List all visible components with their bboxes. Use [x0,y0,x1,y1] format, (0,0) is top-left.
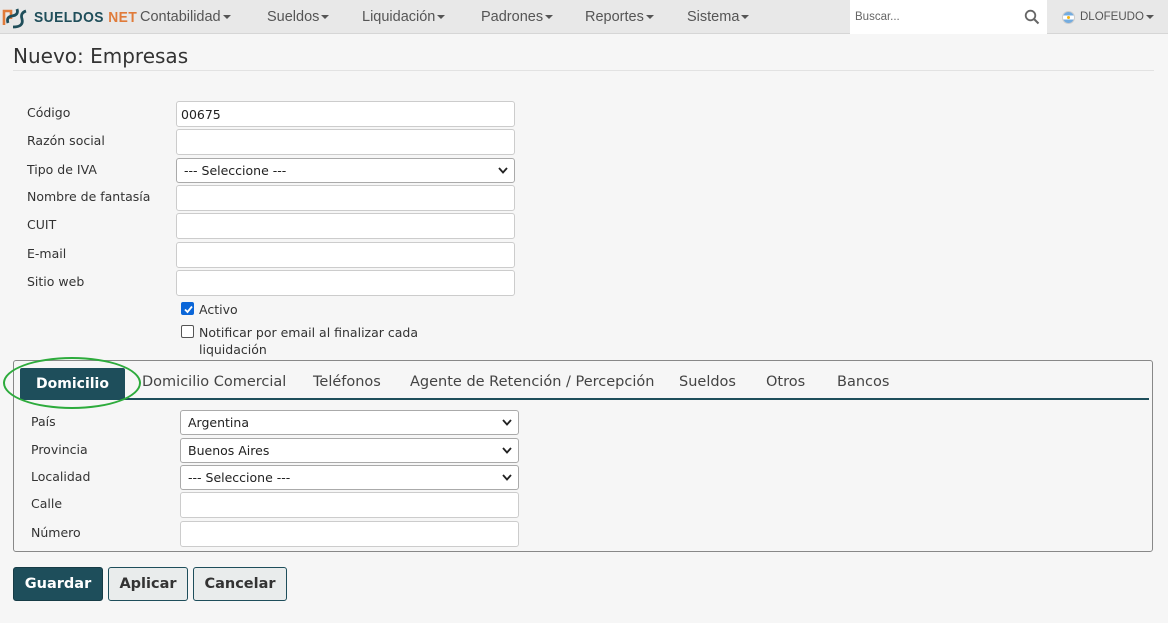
notificar-checkbox[interactable] [181,325,194,338]
localidad-selected: --- Seleccione --- [188,470,291,485]
nav-menu-sistema[interactable]: Sistema [687,0,750,34]
tipo-iva-label: Tipo de IVA [27,162,97,177]
tab-bancos[interactable]: Bancos [837,374,889,390]
sueldos-net-logo-icon [2,8,27,29]
search-input[interactable] [850,0,1020,34]
argentina-flag-icon [1062,10,1075,24]
web-field[interactable] [176,270,515,296]
tab-domicilio-comercial[interactable]: Domicilio Comercial [142,374,286,390]
cuit-field[interactable] [176,213,515,239]
caret-down-icon [645,15,654,19]
tab-agente-retencion[interactable]: Agente de Retención / Percepción [410,374,654,390]
pais-label: País [31,414,56,429]
numero-label: Número [31,525,81,540]
razon-social-label: Razón social [27,133,105,148]
email-label: E-mail [27,246,67,261]
save-button[interactable]: Guardar [13,567,103,601]
fantasia-label: Nombre de fantasía [27,189,151,204]
nav-menu-padrones[interactable]: Padrones [481,0,554,34]
chevron-down-icon [498,167,508,174]
nav-menu-sueldos[interactable]: Sueldos [267,0,330,34]
caret-down-icon [545,15,554,19]
calle-field[interactable] [180,492,519,518]
provincia-select[interactable]: Buenos Aires [180,438,519,463]
brand-logo[interactable]: SUELDOS NET [2,5,146,29]
tab-telefonos[interactable]: Teléfonos [313,374,381,390]
codigo-field[interactable] [176,101,515,127]
user-menu[interactable]: DLOFEUDO [1062,0,1154,34]
chevron-down-icon [502,447,512,454]
page-title: Nuevo: Empresas [13,44,189,68]
provincia-selected: Buenos Aires [188,443,270,458]
localidad-label: Localidad [31,469,91,484]
top-navbar: SUELDOS NET Contabilidad Sueldos Liquida… [0,0,1168,34]
notificar-label-line1: Notificar por email al finalizar cada [199,325,419,340]
nav-menu-liquidacion[interactable]: Liquidación [362,0,446,34]
checkmark-icon [184,305,193,314]
cuit-label: CUIT [27,217,57,232]
tipo-iva-selected: --- Seleccione --- [184,163,287,178]
caret-down-icon [741,15,750,19]
nav-menu-reportes[interactable]: Reportes [585,0,654,34]
calle-label: Calle [31,496,63,511]
tab-sueldos[interactable]: Sueldos [679,374,736,390]
razon-social-field[interactable] [176,129,515,155]
email-field[interactable] [176,242,515,268]
provincia-label: Provincia [31,442,88,457]
numero-field[interactable] [180,521,519,547]
chevron-down-icon [502,419,512,426]
notificar-label-line2: liquidación [199,342,267,357]
tab-otros[interactable]: Otros [766,374,805,390]
cancel-button[interactable]: Cancelar [193,567,287,601]
localidad-select[interactable]: --- Seleccione --- [180,465,519,490]
caret-down-icon [321,15,330,19]
chevron-down-icon [502,474,512,481]
activo-checkbox[interactable] [181,302,194,315]
caret-down-icon [1145,15,1154,19]
fantasia-field[interactable] [176,185,515,211]
brand-name: SUELDOS NET [34,8,138,26]
user-name: DLOFEUDO [1080,11,1144,23]
search-box [850,0,1047,34]
activo-label: Activo [199,302,238,317]
nav-menu-contabilidad[interactable]: Contabilidad [140,0,231,34]
pais-selected: Argentina [188,415,249,430]
pais-select[interactable]: Argentina [180,410,519,435]
tab-bar-underline [20,398,1149,400]
caret-down-icon [437,15,446,19]
codigo-label: Código [27,105,71,120]
web-label: Sitio web [27,274,85,289]
caret-down-icon [222,15,231,19]
title-divider [13,70,1154,71]
tipo-iva-select[interactable]: --- Seleccione --- [176,158,515,183]
tab-domicilio[interactable]: Domicilio [20,368,125,399]
search-icon[interactable] [1024,9,1040,25]
apply-button[interactable]: Aplicar [108,567,188,601]
